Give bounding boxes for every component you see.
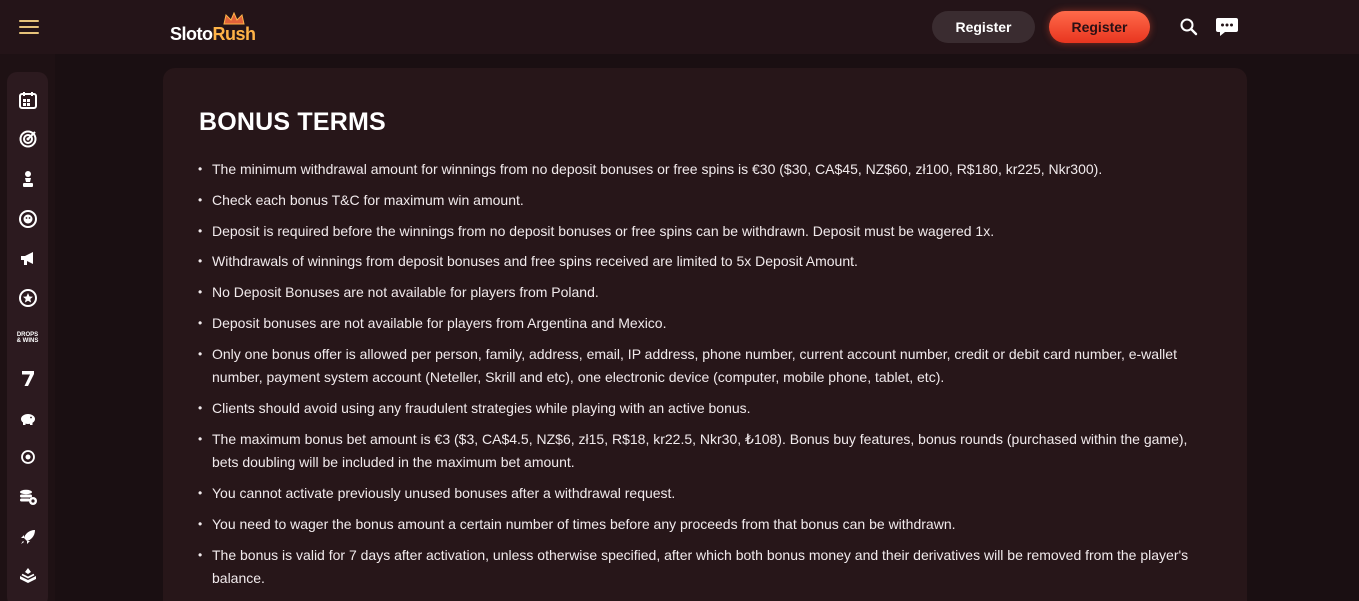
sidebar-item-promotions[interactable] [7,244,48,272]
page-title: BONUS TERMS [199,108,386,136]
list-item: The minimum withdrawal amount for winnin… [198,158,1212,182]
list-item: You need to wager the bonus amount a cer… [198,513,1212,537]
list-item: The bonus is valid for 7 days after acti… [198,544,1212,591]
drops-wins-label-bottom: & WINS [16,338,39,344]
list-item: The maximum bonus bet amount is €3 ($3, … [198,428,1212,475]
site-logo[interactable]: SlotoRush [170,12,256,44]
coins-icon [19,489,37,505]
star-circle-icon [18,289,37,307]
bonus-terms-list: The minimum withdrawal amount for winnin… [198,158,1212,598]
sidebar-item-stack[interactable] [7,562,48,590]
list-item: Deposit is required before the winnings … [198,220,1212,244]
target-icon [19,130,36,148]
search-icon[interactable] [1179,17,1199,37]
sidebar-item-rocket[interactable] [7,523,48,551]
sidebar-item-calendar[interactable] [7,86,48,114]
sidebar-item-pawn[interactable] [7,165,48,193]
list-item: Only one bonus offer is allowed per pers… [198,343,1212,390]
register-button-primary[interactable]: Register [1049,11,1150,43]
sidebar-nav: DROPS & WINS [7,72,48,601]
list-item: You cannot activate previously unused bo… [198,482,1212,506]
sidebar-item-coins[interactable] [7,483,48,511]
chat-icon[interactable] [1215,16,1239,38]
logo-text-rush: Rush [212,24,257,44]
list-item: Clients should avoid using any fraudulen… [198,397,1212,421]
list-item: Withdrawals of winnings from deposit bon… [198,250,1212,274]
list-item: Deposit bonuses are not available for pl… [198,312,1212,336]
sidebar-item-piggy[interactable] [7,404,48,432]
piggy-bank-icon [20,414,35,425]
seven-icon [21,371,34,386]
logo-text: SlotoRush [170,24,256,44]
sidebar-item-target[interactable] [7,125,48,153]
chess-pawn-icon [22,171,33,187]
logo-text-sloto: Sloto [170,24,213,44]
menu-icon[interactable] [19,20,39,34]
rocket-icon [20,530,35,544]
face-badge-icon [18,210,37,228]
calendar-icon [18,92,37,109]
sidebar-item-drops-wins[interactable]: DROPS & WINS [7,324,48,352]
bullseye-icon [20,450,35,464]
sidebar-item-star[interactable] [7,284,48,312]
sidebar-item-bullseye[interactable] [7,443,48,471]
list-item: Check each bonus T&C for maximum win amo… [198,189,1212,213]
top-header: SlotoRush Register Register [0,0,1359,54]
megaphone-icon [20,252,33,265]
stack-icon [19,568,36,583]
sidebar-item-face[interactable] [7,205,48,233]
logo-crown-icon [223,12,245,25]
register-button-secondary[interactable]: Register [932,11,1035,43]
sidebar-item-slots[interactable] [7,364,48,392]
list-item: No Deposit Bonuses are not available for… [198,281,1212,305]
